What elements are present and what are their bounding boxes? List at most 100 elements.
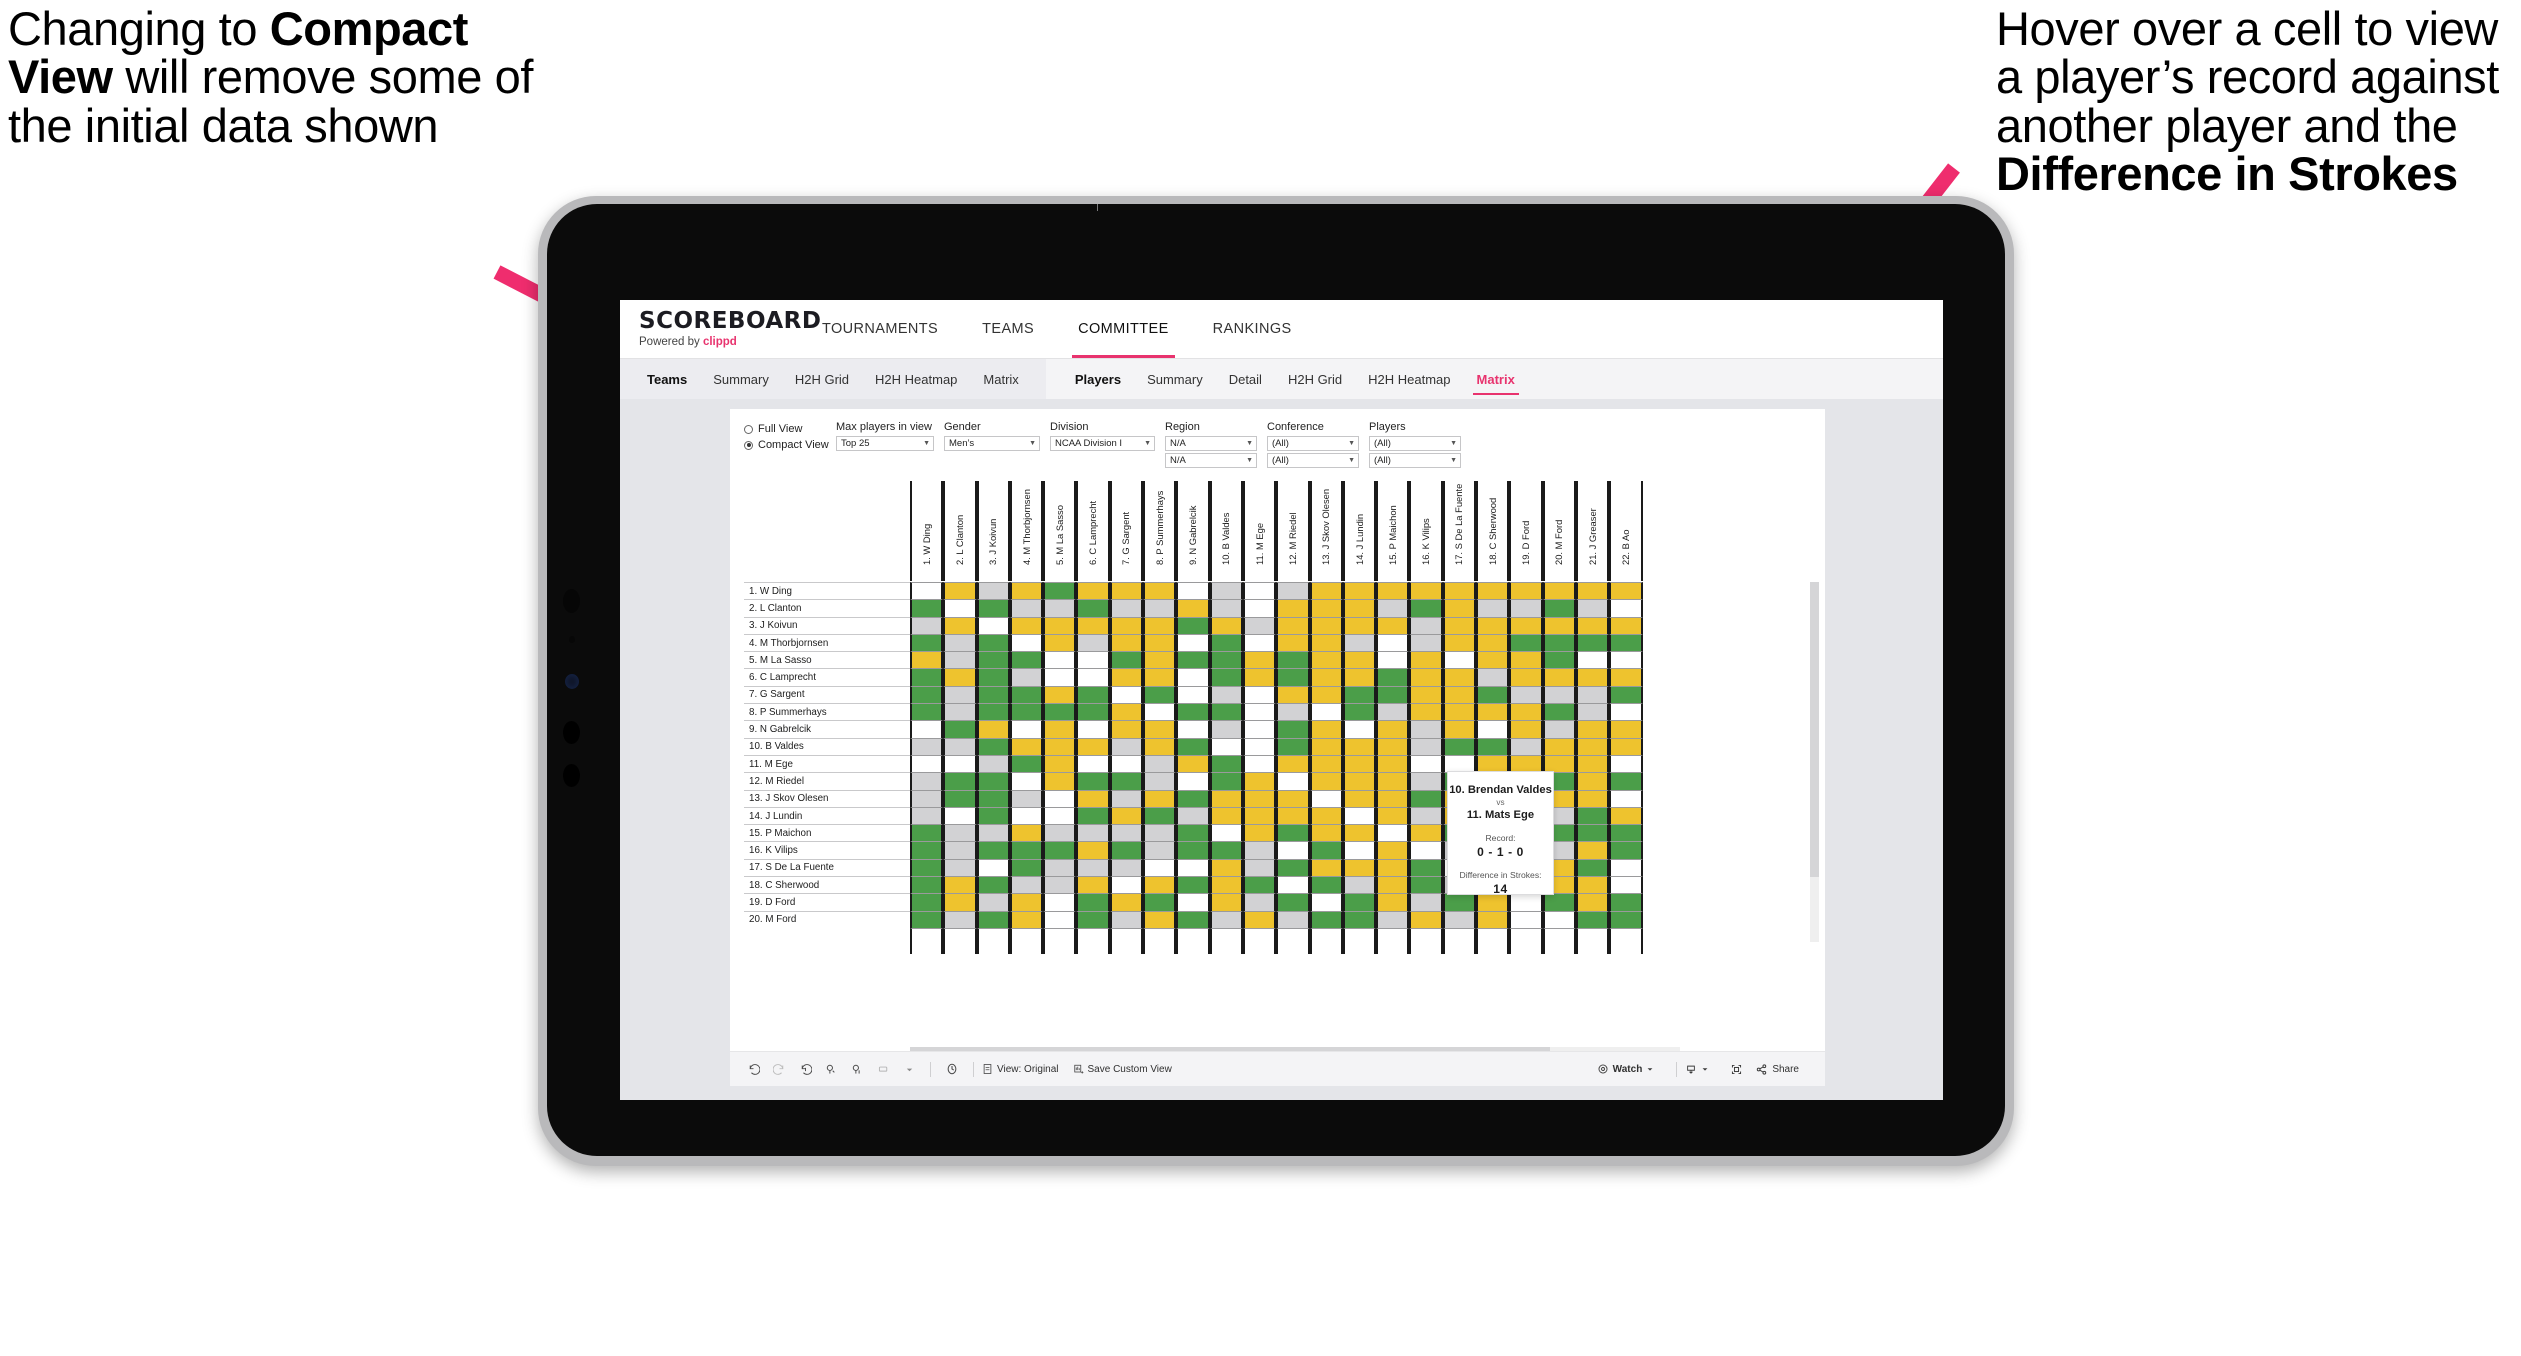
subnav-teams[interactable]: Teams bbox=[634, 359, 700, 399]
matrix-cell[interactable] bbox=[1109, 720, 1144, 738]
matrix-cell[interactable] bbox=[1043, 772, 1077, 790]
matrix-row-label[interactable]: 2. L Clanton bbox=[744, 599, 910, 617]
matrix-cell[interactable] bbox=[943, 754, 977, 773]
nav-committee[interactable]: COMMITTEE bbox=[1056, 300, 1191, 358]
matrix-cell[interactable] bbox=[1276, 824, 1310, 842]
matrix-cell[interactable] bbox=[1342, 633, 1377, 652]
matrix-cell[interactable] bbox=[1109, 806, 1144, 825]
matrix-cell[interactable] bbox=[1076, 876, 1110, 894]
matrix-cell[interactable] bbox=[1143, 858, 1177, 877]
matrix-cell[interactable] bbox=[1109, 668, 1144, 686]
matrix-row-label[interactable]: 10. B Valdes bbox=[744, 737, 910, 755]
matrix-cell[interactable] bbox=[1076, 772, 1110, 790]
matrix-cell[interactable] bbox=[943, 841, 977, 859]
matrix-cell[interactable] bbox=[1309, 910, 1343, 928]
matrix-column-header[interactable]: 17. S De La Fuente bbox=[1442, 481, 1477, 581]
subnav-players-h2h-grid[interactable]: H2H Grid bbox=[1275, 359, 1355, 399]
matrix-cell[interactable] bbox=[1276, 616, 1310, 634]
matrix-cell[interactable] bbox=[1276, 841, 1310, 859]
matrix-cell[interactable] bbox=[1409, 824, 1443, 842]
matrix-cell[interactable] bbox=[1542, 910, 1576, 928]
matrix-cell[interactable] bbox=[1242, 599, 1277, 617]
matrix-cell[interactable] bbox=[1276, 806, 1310, 825]
matrix-cell[interactable] bbox=[1476, 720, 1510, 738]
matrix-cell[interactable] bbox=[943, 668, 977, 686]
matrix-cell[interactable] bbox=[1509, 737, 1543, 755]
matrix-column-header[interactable]: 20. M Ford bbox=[1542, 481, 1576, 581]
matrix-cell[interactable] bbox=[1409, 685, 1443, 704]
matrix-cell[interactable] bbox=[1242, 910, 1277, 928]
nav-tournaments[interactable]: TOURNAMENTS bbox=[800, 300, 960, 358]
matrix-cell[interactable] bbox=[1209, 668, 1243, 686]
matrix-cell[interactable] bbox=[1143, 824, 1177, 842]
matrix-cell[interactable] bbox=[910, 789, 944, 807]
matrix-cell[interactable] bbox=[1575, 599, 1610, 617]
matrix-cell[interactable] bbox=[1409, 668, 1443, 686]
matrix-cell[interactable] bbox=[1242, 841, 1277, 859]
matrix-cell[interactable] bbox=[1109, 841, 1144, 859]
matrix-cell[interactable] bbox=[1409, 754, 1443, 773]
vertical-scrollbar[interactable] bbox=[1810, 582, 1819, 942]
matrix-cell[interactable] bbox=[910, 599, 944, 617]
matrix-cell[interactable] bbox=[1309, 668, 1343, 686]
matrix-cell[interactable] bbox=[1109, 703, 1144, 721]
matrix-cell[interactable] bbox=[1176, 668, 1210, 686]
matrix-cell[interactable] bbox=[1309, 841, 1343, 859]
matrix-cell[interactable] bbox=[1109, 893, 1144, 911]
matrix-cell[interactable] bbox=[910, 772, 944, 790]
matrix-cell[interactable] bbox=[1242, 668, 1277, 686]
subnav-players[interactable]: Players bbox=[1062, 359, 1134, 399]
matrix-cell[interactable] bbox=[1043, 910, 1077, 928]
matrix-cell[interactable] bbox=[1176, 703, 1210, 721]
matrix-cell[interactable] bbox=[1575, 806, 1610, 825]
matrix-cell[interactable] bbox=[1242, 685, 1277, 704]
matrix-cell[interactable] bbox=[1109, 599, 1144, 617]
matrix-cell[interactable] bbox=[1176, 720, 1210, 738]
matrix-cell[interactable] bbox=[1376, 668, 1410, 686]
matrix-cell[interactable] bbox=[1309, 789, 1343, 807]
matrix-row-label[interactable]: 11. M Ege bbox=[744, 754, 910, 773]
matrix-column-header[interactable]: 8. P Summerhays bbox=[1143, 481, 1177, 581]
vertical-scrollbar-thumb[interactable] bbox=[1810, 582, 1819, 877]
matrix-cell[interactable] bbox=[1076, 893, 1110, 911]
matrix-cell[interactable] bbox=[1309, 633, 1343, 652]
matrix-cell[interactable] bbox=[1143, 703, 1177, 721]
matrix-cell[interactable] bbox=[910, 582, 944, 600]
matrix-cell[interactable] bbox=[1043, 806, 1077, 825]
matrix-cell[interactable] bbox=[1609, 876, 1643, 894]
matrix-cell[interactable] bbox=[1176, 616, 1210, 634]
matrix-cell[interactable] bbox=[1076, 737, 1110, 755]
matrix-cell[interactable] bbox=[910, 754, 944, 773]
matrix-cell[interactable] bbox=[1342, 893, 1377, 911]
matrix-cell[interactable] bbox=[1209, 824, 1243, 842]
matrix-cell[interactable] bbox=[1009, 858, 1044, 877]
matrix-cell[interactable] bbox=[1609, 737, 1643, 755]
subnav-players-h2h-heatmap[interactable]: H2H Heatmap bbox=[1355, 359, 1463, 399]
matrix-cell[interactable] bbox=[1542, 582, 1576, 600]
matrix-cell[interactable] bbox=[1276, 651, 1310, 669]
matrix-cell[interactable] bbox=[910, 651, 944, 669]
matrix-cell[interactable] bbox=[943, 651, 977, 669]
matrix-cell[interactable] bbox=[1276, 599, 1310, 617]
rectangle-select-icon[interactable] bbox=[870, 1063, 896, 1076]
matrix-cell[interactable] bbox=[1409, 599, 1443, 617]
matrix-column-header[interactable]: 12. M Riedel bbox=[1276, 481, 1310, 581]
matrix-cell[interactable] bbox=[1409, 633, 1443, 652]
nav-rankings[interactable]: RANKINGS bbox=[1191, 300, 1314, 358]
matrix-cell[interactable] bbox=[1143, 806, 1177, 825]
matrix-cell[interactable] bbox=[1609, 824, 1643, 842]
matrix-cell[interactable] bbox=[1109, 651, 1144, 669]
undo-icon[interactable] bbox=[740, 1063, 766, 1076]
matrix-cell[interactable] bbox=[1209, 616, 1243, 634]
matrix-cell[interactable] bbox=[976, 789, 1010, 807]
filter-players-select-2[interactable]: (All) ▼ bbox=[1369, 453, 1461, 468]
matrix-column-header[interactable]: 22. B Ao bbox=[1609, 481, 1643, 581]
matrix-cell[interactable] bbox=[1376, 893, 1410, 911]
matrix-cell[interactable] bbox=[943, 893, 977, 911]
matrix-cell[interactable] bbox=[1342, 772, 1377, 790]
filter-max-players-select[interactable]: Top 25 ▼ bbox=[836, 436, 934, 451]
matrix-cell[interactable] bbox=[1609, 633, 1643, 652]
matrix-cell[interactable] bbox=[1609, 616, 1643, 634]
matrix-cell[interactable] bbox=[1009, 772, 1044, 790]
matrix-cell[interactable] bbox=[1276, 910, 1310, 928]
